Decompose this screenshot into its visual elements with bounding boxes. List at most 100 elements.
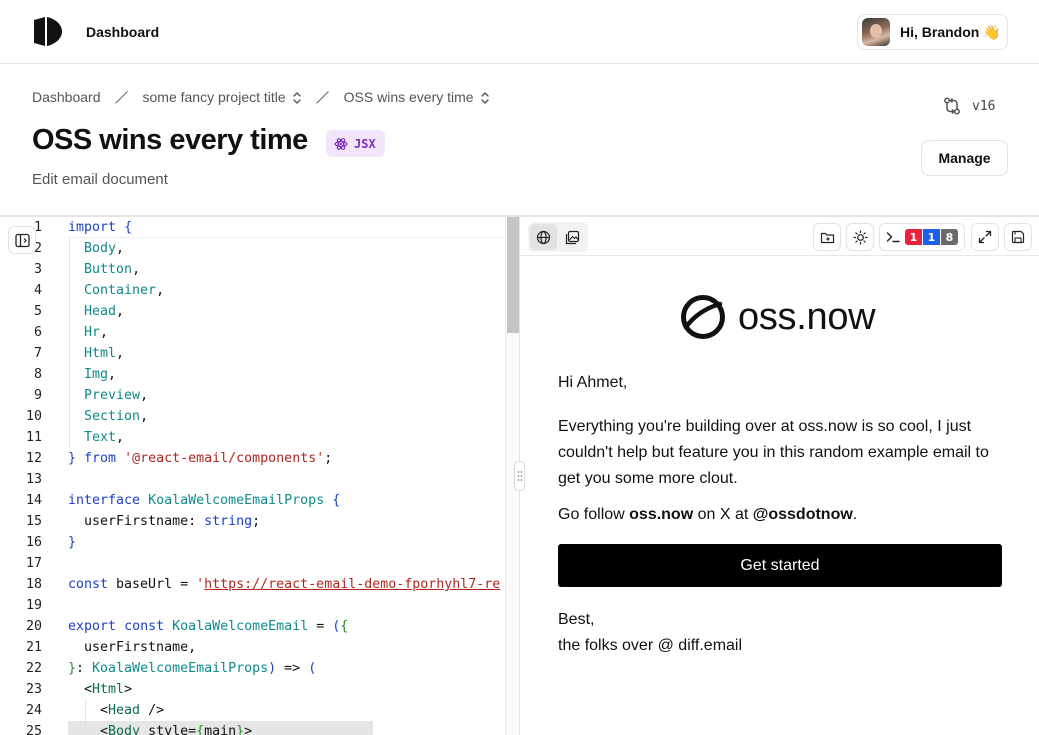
code-token: Html: [84, 346, 117, 361]
code-line[interactable]: 14 interface KoalaWelcomeEmailProps {: [0, 490, 505, 511]
code-token: main: [204, 724, 237, 735]
code-editor[interactable]: 1 import {2 Body, 3 Button, 4 Container, 5 H…: [0, 217, 519, 735]
chevron-updown-icon: [480, 92, 489, 104]
code-line[interactable]: 25 <Body style={main}>: [0, 721, 505, 735]
logo-icon[interactable]: [32, 16, 63, 47]
line-content: Html,: [68, 343, 124, 364]
user-greeting: Hi, Brandon 👋: [900, 23, 1001, 40]
line-content: import {: [68, 217, 132, 238]
line-content: Head,: [68, 301, 124, 322]
code-token: string: [204, 514, 253, 529]
code-token: Img: [84, 367, 109, 382]
code-token: ;: [324, 451, 333, 466]
code-line[interactable]: 3 Button,: [0, 259, 505, 280]
line-content: Img,: [68, 364, 116, 385]
open-folder-button[interactable]: [813, 223, 841, 251]
get-started-button[interactable]: Get started: [558, 544, 1002, 587]
email-greeting: Hi Ahmet,: [558, 374, 628, 391]
page-title: OSS wins every time: [32, 124, 308, 156]
code-line[interactable]: 5 Head,: [0, 301, 505, 322]
code-line[interactable]: 12} from '@react-email/components';: [0, 448, 505, 469]
expand-icon: [978, 230, 992, 244]
line-number: 25: [25, 724, 42, 735]
fullscreen-button[interactable]: [971, 223, 999, 251]
code-line[interactable]: 23 <Html>: [0, 679, 505, 700]
line-number: 20: [25, 619, 42, 634]
version-selector[interactable]: v16: [942, 96, 995, 116]
code-token: userFirstname,: [68, 640, 197, 655]
code-token: <: [68, 724, 109, 735]
dashboard-link[interactable]: Dashboard: [86, 24, 159, 40]
code-line[interactable]: 11 Text,: [0, 427, 505, 448]
avatar: [862, 18, 890, 46]
code-token: Button: [84, 262, 133, 277]
line-content: userFirstname: string;: [68, 511, 260, 532]
code-token: export: [68, 619, 117, 634]
breadcrumb-separator: [116, 90, 128, 104]
manage-button[interactable]: Manage: [921, 140, 1008, 176]
code-line[interactable]: 4 Container,: [0, 280, 505, 301]
line-number: 9: [33, 388, 42, 403]
line-number: 3: [33, 262, 42, 277]
breadcrumb-template[interactable]: OSS wins every time: [344, 89, 490, 105]
breadcrumb-dashboard[interactable]: Dashboard: [32, 89, 101, 105]
line-number: 19: [25, 598, 42, 613]
console-button[interactable]: 1 1 8: [879, 223, 965, 251]
code-line[interactable]: 13: [0, 469, 505, 490]
line-content: Body,: [68, 238, 124, 259]
chevron-updown-icon: [292, 92, 301, 104]
code-line[interactable]: 20 export const KoalaWelcomeEmail = ({: [0, 616, 505, 637]
code-token: ): [268, 661, 277, 676]
code-line[interactable]: 19: [0, 595, 505, 616]
code-line[interactable]: 1 import {: [0, 217, 505, 238]
code-line[interactable]: 21 userFirstname,: [0, 637, 505, 658]
code-token: }: [68, 535, 77, 550]
code-line[interactable]: 8 Img,: [0, 364, 505, 385]
code-line[interactable]: 7 Html,: [0, 343, 505, 364]
save-icon: [1011, 230, 1025, 244]
code-token: interface: [68, 493, 141, 508]
code-token: ,: [140, 388, 149, 403]
code-token: ,: [132, 262, 141, 277]
line-number: 15: [25, 514, 42, 529]
theme-toggle-button[interactable]: [846, 223, 874, 251]
code-area[interactable]: 1 import {2 Body, 3 Button, 4 Container, 5 H…: [0, 217, 505, 735]
line-number: 22: [25, 661, 42, 676]
code-line[interactable]: 22}: KoalaWelcomeEmailProps) => (: [0, 658, 505, 679]
code-line[interactable]: 17: [0, 553, 505, 574]
brand-header: oss.now: [680, 294, 876, 340]
code-line[interactable]: 16}: [0, 532, 505, 553]
resize-handle[interactable]: [514, 461, 525, 491]
scrollbar-thumb[interactable]: [507, 217, 519, 333]
sidebar-toggle-button[interactable]: [8, 226, 36, 254]
code-token: }: [68, 451, 77, 466]
code-line[interactable]: 24 <Head />: [0, 700, 505, 721]
code-line[interactable]: 10 Section,: [0, 406, 505, 427]
breadcrumb-separator: [317, 90, 329, 104]
sun-icon: [852, 229, 868, 245]
line-number: 4: [33, 283, 42, 298]
user-menu-button[interactable]: Hi, Brandon 👋: [857, 14, 1008, 50]
image-view-button[interactable]: [559, 224, 586, 250]
code-token: '@react-email/components': [124, 451, 325, 466]
code-token: Head: [84, 304, 117, 319]
save-button[interactable]: [1004, 223, 1032, 251]
code-line[interactable]: 2 Body,: [0, 238, 505, 259]
code-line[interactable]: 15 userFirstname: string;: [0, 511, 505, 532]
image-icon: [565, 230, 580, 244]
view-mode-toggle: [528, 222, 588, 252]
code-line[interactable]: 9 Preview,: [0, 385, 505, 406]
code-line[interactable]: 18 const baseUrl = 'https://react-email-d…: [0, 574, 505, 595]
code-token: Text: [84, 430, 117, 445]
code-token: userFirstname:: [68, 514, 205, 529]
code-token: =>: [276, 661, 309, 676]
follow-mid: on X at: [693, 506, 753, 523]
web-view-button[interactable]: [530, 224, 557, 250]
breadcrumb-project[interactable]: some fancy project title: [143, 89, 302, 105]
line-number: 13: [25, 472, 42, 487]
code-line[interactable]: 6 Hr,: [0, 322, 505, 343]
